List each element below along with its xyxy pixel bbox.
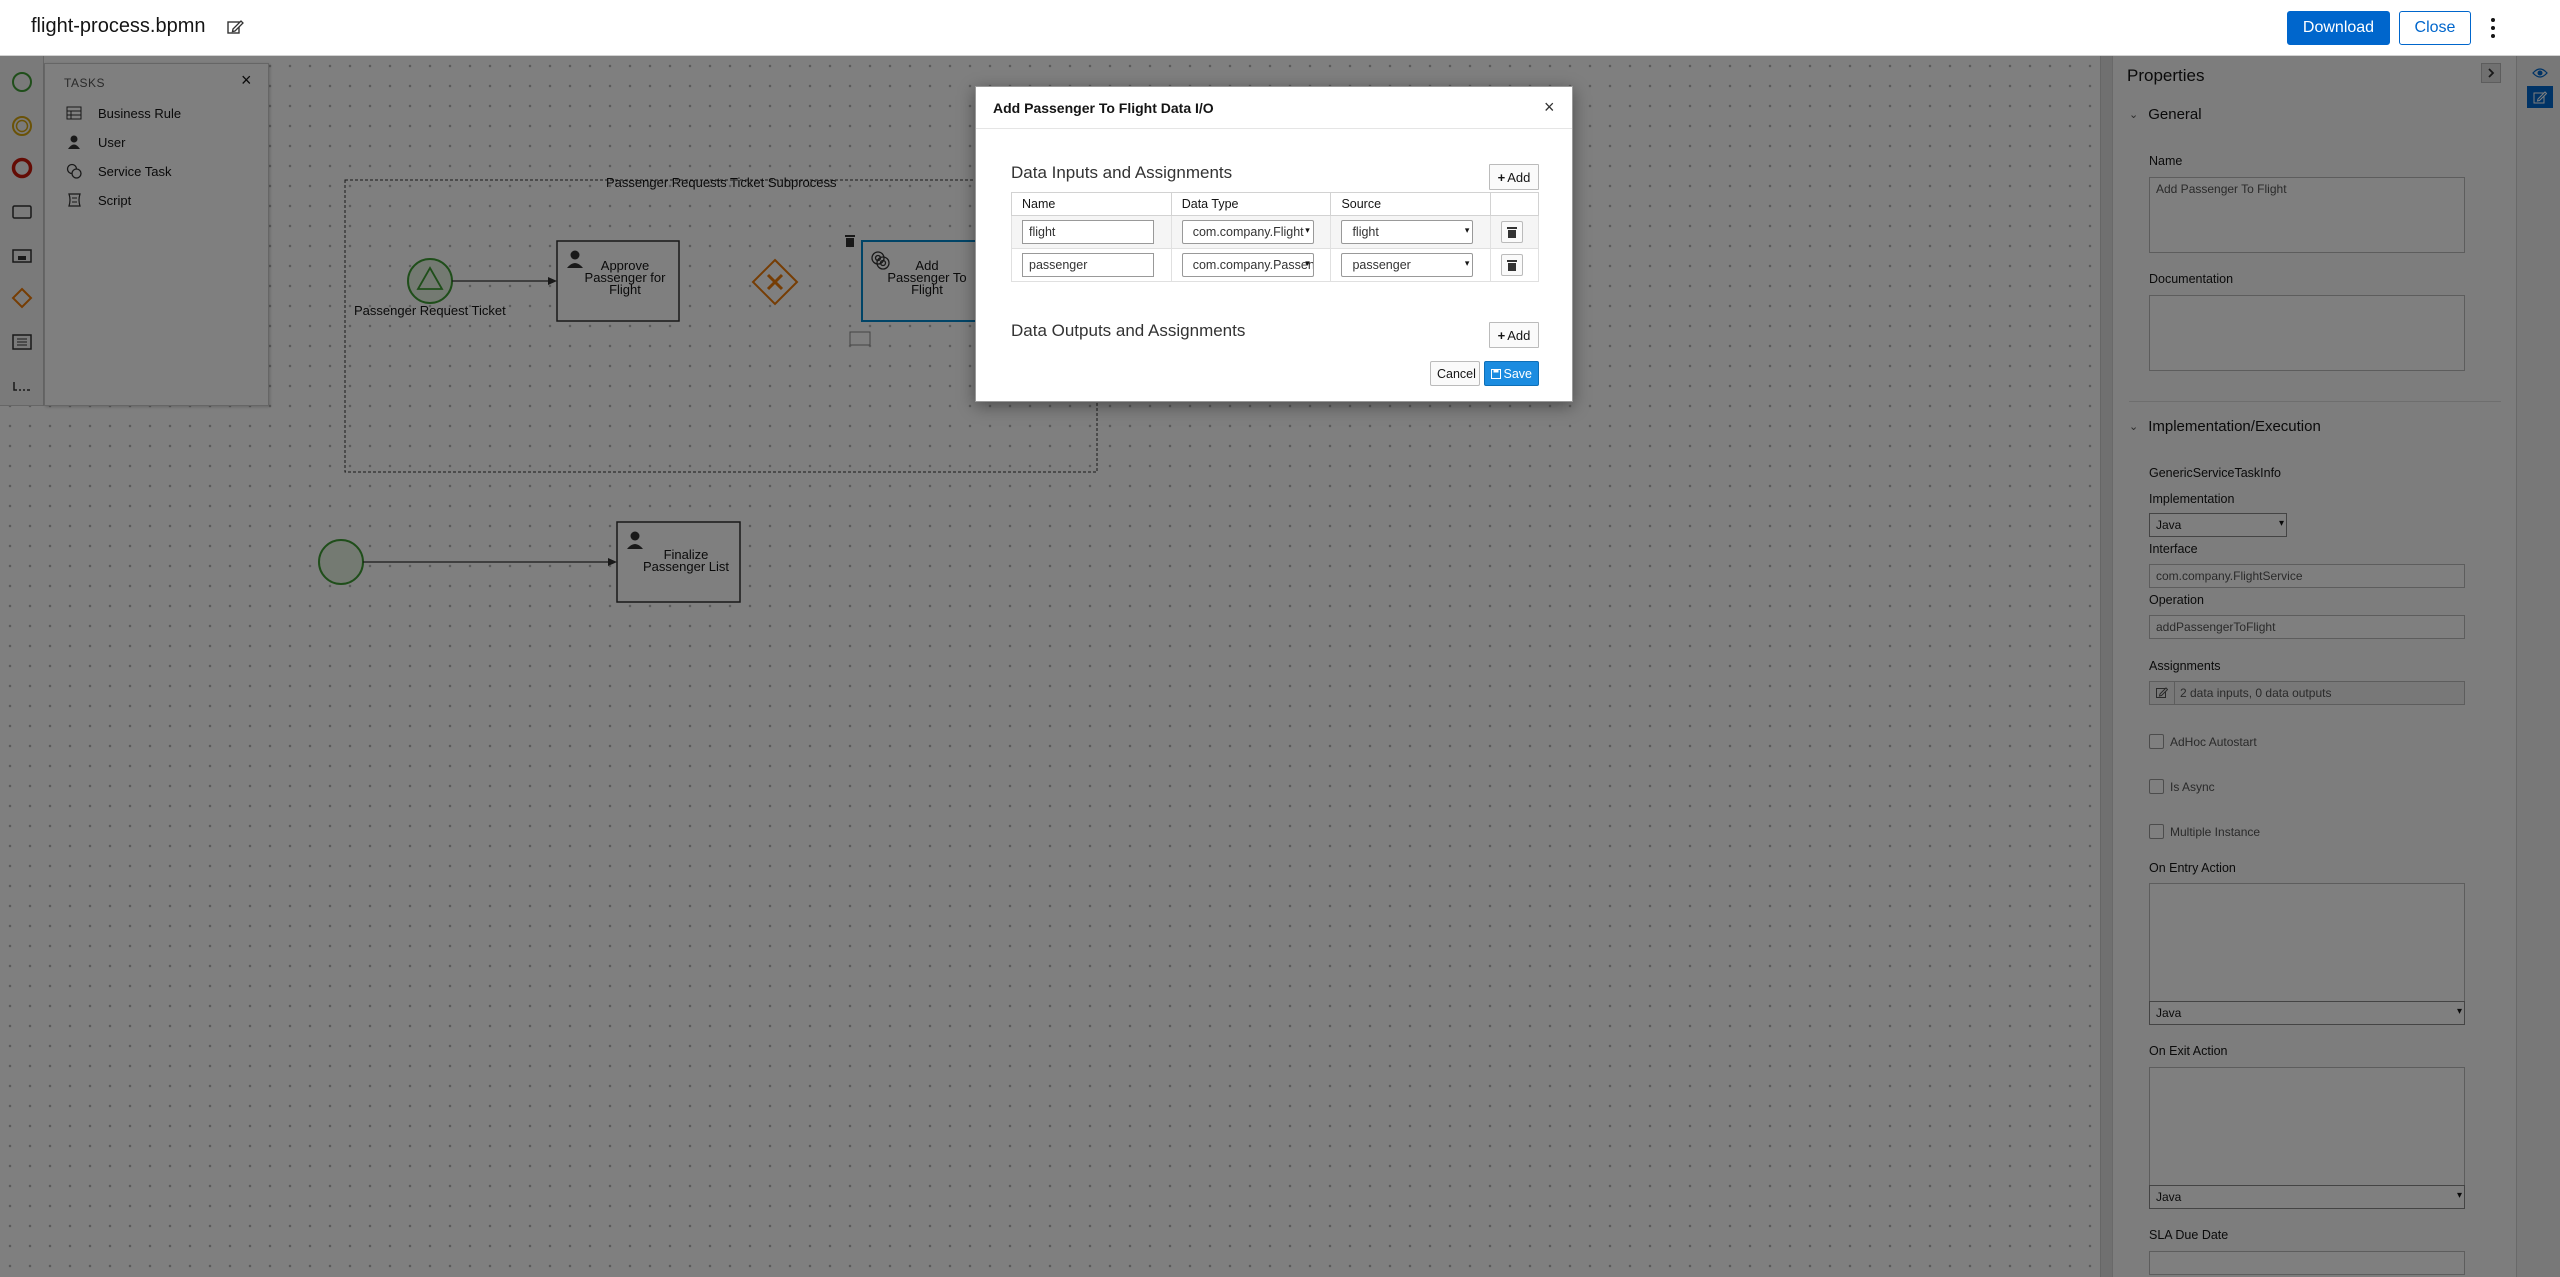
data-io-modal: Add Passenger To Flight Data I/O × Data … [975,86,1573,402]
close-button[interactable]: Close [2399,11,2471,45]
add-output-button[interactable]: + Add [1489,322,1539,348]
inputs-table: Name Data Type Source com.company.Flight… [1011,192,1539,282]
data-type-select[interactable]: com.company.Flight ▾ [1181,220,1314,244]
plus-icon: + [1497,169,1506,185]
kebab-menu-icon[interactable] [2485,14,2501,42]
col-data-type: Data Type [1170,192,1332,216]
source-select[interactable]: passenger ▾ [1341,253,1474,277]
file-name: flight-process.bpmn [31,15,206,37]
trash-icon[interactable] [1501,254,1524,276]
download-button[interactable]: Download [2287,11,2390,45]
modal-title: Add Passenger To Flight Data I/O [993,100,1214,116]
app-header: flight-process.bpmn Download Close [0,0,2560,56]
data-type-select[interactable]: com.company.Passenger▾ [1181,253,1314,277]
input-name-field[interactable] [1022,220,1154,244]
close-icon[interactable]: × [1544,97,1555,118]
inputs-title: Data Inputs and Assignments [1011,163,1233,182]
col-name: Name [1011,192,1172,216]
modal-header: Add Passenger To Flight Data I/O × [976,87,1572,129]
plus-icon: + [1497,327,1506,343]
add-input-button[interactable]: + Add [1489,164,1539,190]
save-icon [1491,368,1501,379]
trash-icon[interactable] [1501,221,1524,243]
col-source: Source [1330,192,1492,216]
save-button[interactable]: Save [1484,361,1539,386]
table-row: com.company.Passenger▾ passenger▾ [1011,248,1539,282]
table-row: com.company.Flight▾ flight▾ [1011,215,1539,249]
outputs-title: Data Outputs and Assignments [1011,321,1246,340]
cancel-button[interactable]: Cancel [1430,361,1480,386]
source-select[interactable]: flight ▾ [1341,220,1474,244]
input-name-field[interactable] [1022,253,1154,277]
edit-icon[interactable] [226,18,246,38]
